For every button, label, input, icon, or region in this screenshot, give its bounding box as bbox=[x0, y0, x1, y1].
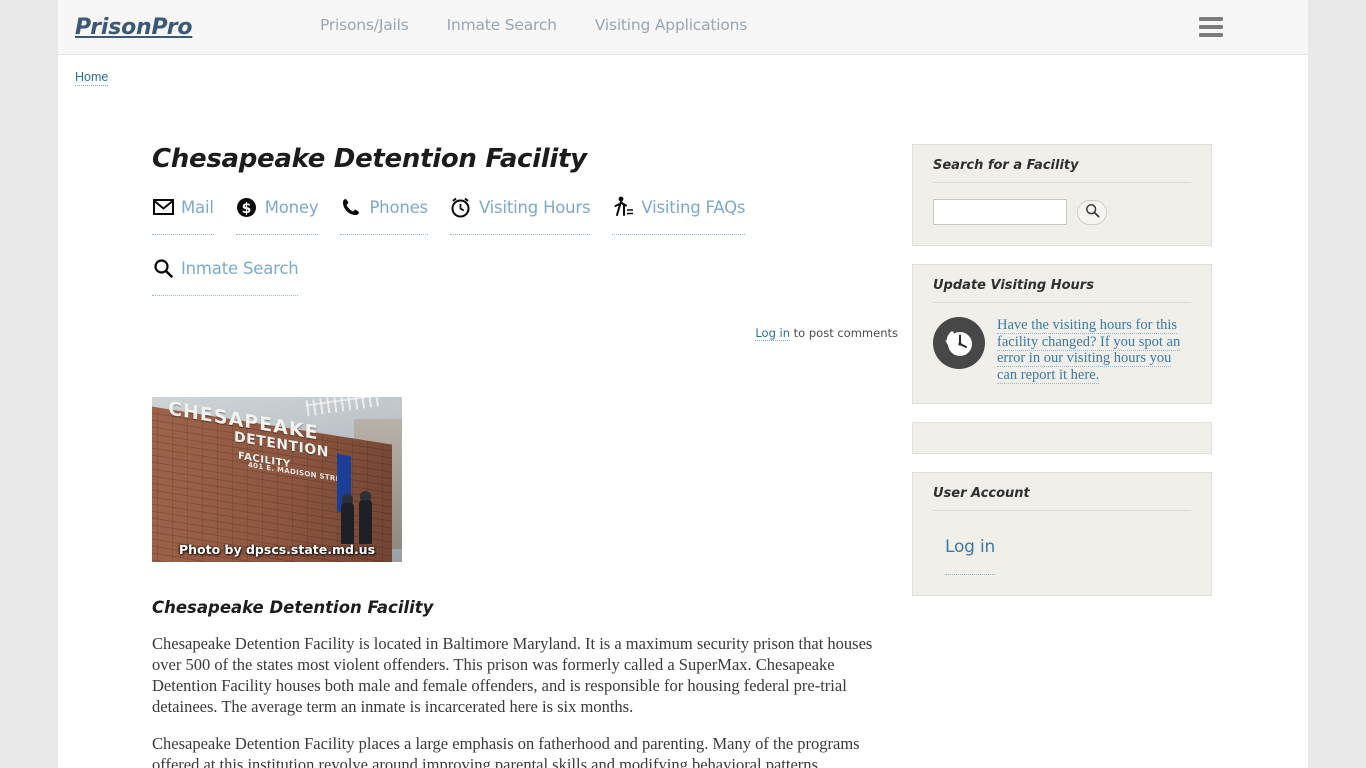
photo-officer bbox=[359, 491, 372, 544]
clock-history-icon bbox=[933, 317, 985, 369]
hamburger-menu-icon[interactable] bbox=[1199, 17, 1223, 37]
main-content: Chesapeake Detention Facility Mail $ Mon… bbox=[58, 92, 918, 768]
post-comments-suffix: to post comments bbox=[790, 326, 898, 340]
facility-search-button[interactable] bbox=[1077, 199, 1107, 225]
article-paragraph: Chesapeake Detention Facility is located… bbox=[152, 634, 873, 716]
facility-photo: CHESAPEAKE DETENTION FACILITY 401 E. MAD… bbox=[152, 397, 402, 562]
photo-credit-caption: Photo by dpscs.state.md.us bbox=[178, 542, 376, 557]
quick-link-label: Visiting Hours bbox=[478, 197, 591, 217]
magnifier-icon bbox=[1085, 203, 1100, 221]
sidebar-block-update-visiting-hours: Update Visiting Hours Have the visiting … bbox=[912, 264, 1212, 404]
quick-link-inmate-search[interactable]: Inmate Search bbox=[152, 257, 299, 296]
sidebar-block-user-account: User Account Log in bbox=[912, 472, 1212, 596]
nav-item-prisons-jails[interactable]: Prisons/Jails bbox=[320, 16, 409, 34]
hamburger-bar bbox=[1199, 17, 1223, 21]
quick-link-money[interactable]: $ Money bbox=[235, 196, 319, 235]
envelope-icon bbox=[152, 196, 174, 218]
magnifier-icon bbox=[152, 257, 174, 279]
breadcrumb-item-home[interactable]: Home bbox=[75, 70, 109, 86]
phone-icon bbox=[340, 196, 362, 218]
sidebar-block-empty bbox=[912, 422, 1212, 454]
page-title: Chesapeake Detention Facility bbox=[152, 144, 587, 174]
page-root: PrisonPro Prisons/Jails Inmate Search Vi… bbox=[0, 0, 1366, 768]
sidebar-update-title: Update Visiting Hours bbox=[933, 278, 1191, 303]
facility-quick-links: Mail $ Money Phones Visiting Hours Visit… bbox=[152, 196, 802, 296]
sidebar-login-link[interactable]: Log in bbox=[945, 537, 995, 575]
facility-search-row bbox=[933, 199, 1191, 225]
quick-link-phones[interactable]: Phones bbox=[340, 196, 428, 235]
quick-link-label: Phones bbox=[369, 197, 428, 217]
photo-officer bbox=[341, 494, 354, 544]
site-container: PrisonPro Prisons/Jails Inmate Search Vi… bbox=[58, 0, 1308, 768]
quick-link-label: Inmate Search bbox=[181, 258, 299, 278]
quick-link-label: Mail bbox=[181, 197, 214, 217]
sidebar: Search for a Facility Update Visiting Ho… bbox=[912, 92, 1212, 614]
post-comments-line: Log in to post comments bbox=[152, 326, 918, 341]
sidebar-block-search: Search for a Facility bbox=[912, 144, 1212, 246]
alarm-clock-icon bbox=[450, 196, 472, 218]
article-paragraph: Chesapeake Detention Facility places a l… bbox=[152, 734, 860, 768]
sidebar-search-title: Search for a Facility bbox=[933, 158, 1191, 183]
breadcrumb: Home bbox=[58, 55, 1308, 92]
update-visiting-hours-link[interactable]: Have the visiting hours for this facilit… bbox=[997, 317, 1191, 384]
walking-person-icon bbox=[612, 196, 634, 218]
facility-search-input[interactable] bbox=[933, 199, 1067, 225]
nav-item-inmate-search[interactable]: Inmate Search bbox=[447, 16, 557, 34]
hamburger-bar bbox=[1199, 25, 1223, 29]
quick-link-label: Visiting FAQs bbox=[641, 197, 746, 217]
main-navigation: Prisons/Jails Inmate Search Visiting App… bbox=[320, 16, 747, 34]
nav-item-visiting-applications[interactable]: Visiting Applications bbox=[595, 16, 748, 34]
dollar-circle-icon: $ bbox=[236, 196, 258, 218]
quick-link-label: Money bbox=[264, 197, 319, 217]
site-logo[interactable]: PrisonPro bbox=[75, 15, 193, 40]
body-columns: Chesapeake Detention Facility Mail $ Mon… bbox=[58, 92, 1308, 768]
svg-text:$: $ bbox=[242, 201, 252, 217]
site-header: PrisonPro Prisons/Jails Inmate Search Vi… bbox=[58, 0, 1308, 55]
sidebar-user-account-title: User Account bbox=[933, 486, 1191, 511]
article-section-title: Chesapeake Detention Facility bbox=[152, 598, 434, 617]
login-to-comment-link[interactable]: Log in bbox=[755, 326, 791, 341]
quick-link-mail[interactable]: Mail bbox=[152, 196, 214, 235]
hamburger-bar bbox=[1199, 33, 1223, 37]
quick-link-visiting-hours[interactable]: Visiting Hours bbox=[449, 196, 591, 235]
update-visiting-hours-row: Have the visiting hours for this facilit… bbox=[933, 317, 1191, 384]
update-visiting-hours-link-text: Have the visiting hours for this facilit… bbox=[997, 317, 1181, 384]
quick-link-visiting-faqs[interactable]: Visiting FAQs bbox=[612, 196, 746, 235]
